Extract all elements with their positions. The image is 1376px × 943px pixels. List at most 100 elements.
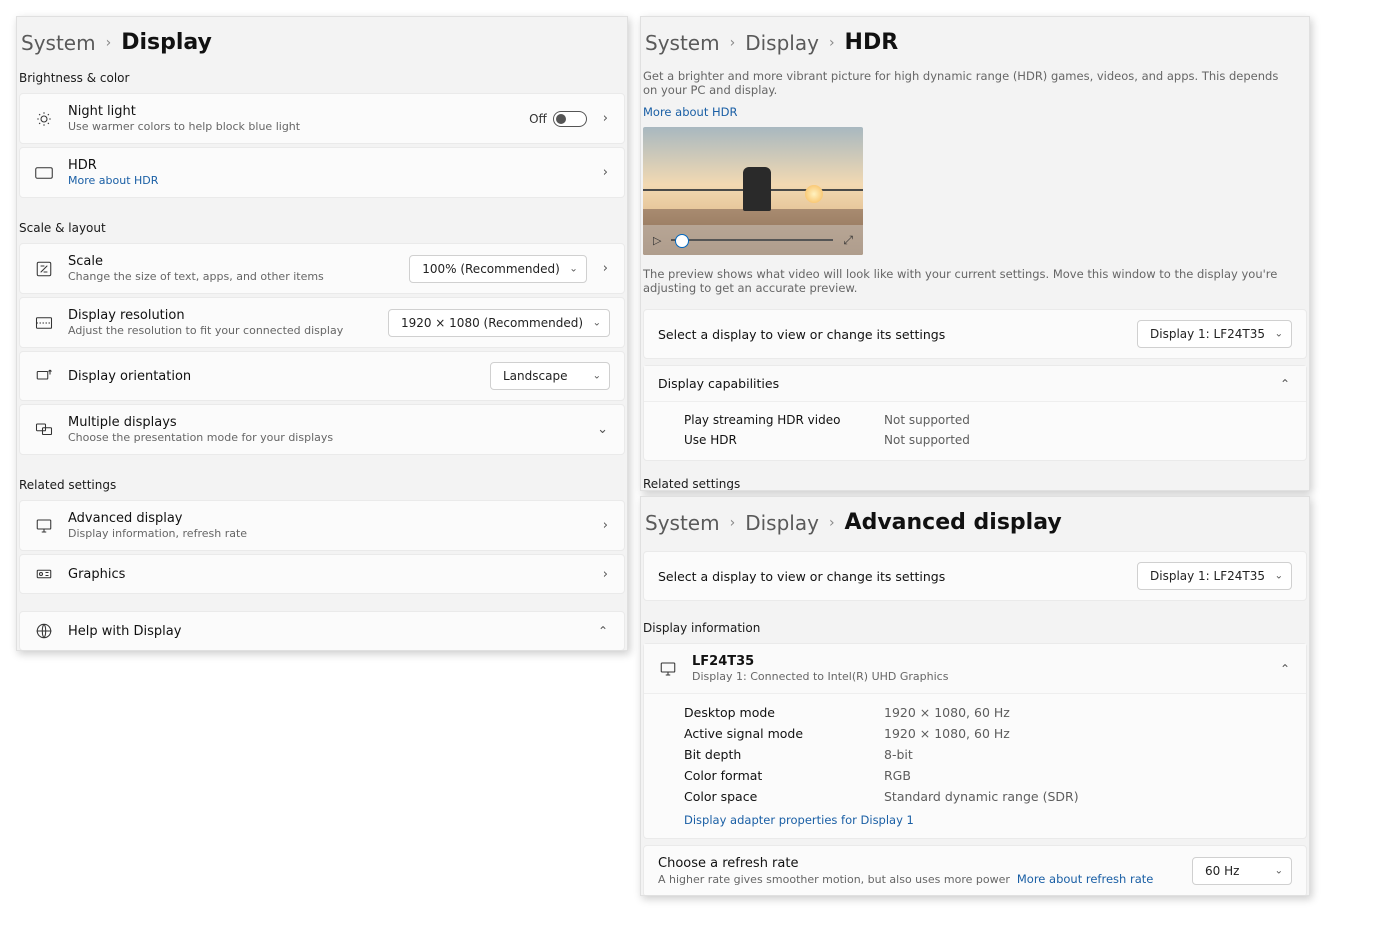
display-dropdown[interactable]: Display 1: LF24T35 ⌄ bbox=[1137, 320, 1292, 348]
chevron-up-icon: ⌃ bbox=[1278, 662, 1292, 676]
graphics-row[interactable]: Graphics › bbox=[19, 554, 625, 594]
chevron-down-icon: ⌄ bbox=[595, 422, 610, 437]
hdr-icon bbox=[34, 167, 54, 179]
chevron-right-icon: › bbox=[829, 515, 835, 531]
resolution-desc: Adjust the resolution to fit your connec… bbox=[68, 324, 374, 337]
chevron-down-icon: ⌄ bbox=[593, 371, 601, 382]
crumb-hdr: HDR bbox=[845, 30, 899, 55]
refresh-rate-desc: A higher rate gives smoother motion, but… bbox=[658, 872, 1178, 886]
multiple-displays-title: Multiple displays bbox=[68, 415, 581, 430]
chevron-right-icon: › bbox=[601, 261, 610, 276]
select-display-label: Select a display to view or change its s… bbox=[658, 327, 1123, 342]
help-title: Help with Display bbox=[68, 624, 582, 639]
select-display-label: Select a display to view or change its s… bbox=[658, 569, 1123, 584]
bit-depth-label: Bit depth bbox=[684, 747, 844, 762]
color-space-value: Standard dynamic range (SDR) bbox=[884, 789, 1079, 804]
advanced-display-desc: Display information, refresh rate bbox=[68, 527, 587, 540]
crumb-display[interactable]: Display bbox=[745, 511, 819, 535]
hdr-intro-text: Get a brighter and more vibrant picture … bbox=[641, 65, 1309, 105]
chevron-right-icon: › bbox=[601, 567, 610, 582]
section-related-settings: Related settings bbox=[641, 471, 1309, 491]
chevron-right-icon: › bbox=[730, 35, 736, 51]
resolution-dropdown[interactable]: 1920 × 1080 (Recommended) ⌄ bbox=[388, 309, 610, 337]
night-light-row[interactable]: Night light Use warmer colors to help bl… bbox=[19, 93, 625, 144]
graphics-title: Graphics bbox=[68, 567, 587, 582]
refresh-rate-dropdown[interactable]: 60 Hz ⌄ bbox=[1192, 857, 1292, 885]
cap-streaming-hdr-label: Play streaming HDR video bbox=[684, 413, 844, 427]
hdr-row[interactable]: HDR More about HDR › bbox=[19, 147, 625, 198]
advanced-display-panel: System › Display › Advanced display Sele… bbox=[640, 496, 1310, 896]
section-brightness-color: Brightness & color bbox=[17, 65, 627, 93]
more-about-hdr-link[interactable]: More about HDR bbox=[68, 174, 587, 187]
adapter-properties-link[interactable]: Display adapter properties for Display 1 bbox=[684, 813, 914, 827]
hdr-preview-video[interactable]: ▷ ⤢ bbox=[643, 127, 863, 255]
cap-use-hdr-label: Use HDR bbox=[684, 433, 844, 447]
select-display-row: Select a display to view or change its s… bbox=[643, 309, 1307, 359]
section-scale-layout: Scale & layout bbox=[17, 215, 627, 243]
toggle-state-label: Off bbox=[529, 112, 547, 126]
orientation-value: Landscape bbox=[503, 369, 567, 383]
fullscreen-icon[interactable]: ⤢ bbox=[843, 233, 853, 248]
chevron-down-icon: ⌄ bbox=[1275, 329, 1283, 340]
scale-title: Scale bbox=[68, 254, 395, 269]
crumb-display[interactable]: Display bbox=[745, 31, 819, 55]
more-about-refresh-rate-link[interactable]: More about refresh rate bbox=[1017, 872, 1153, 886]
scale-value: 100% (Recommended) bbox=[422, 262, 560, 276]
display-capabilities-card: Display capabilities ⌃ Play streaming HD… bbox=[643, 365, 1307, 461]
resolution-title: Display resolution bbox=[68, 308, 374, 323]
toggle-switch-icon bbox=[553, 111, 587, 127]
display-capabilities-header[interactable]: Display capabilities ⌃ bbox=[644, 366, 1306, 401]
display-settings-panel: System › Display Brightness & color Nigh… bbox=[16, 16, 628, 651]
multiple-displays-icon bbox=[34, 421, 54, 439]
chevron-right-icon: › bbox=[829, 35, 835, 51]
multiple-displays-row[interactable]: Multiple displays Choose the presentatio… bbox=[19, 404, 625, 455]
resolution-row[interactable]: Display resolution Adjust the resolution… bbox=[19, 297, 625, 348]
chevron-right-icon: › bbox=[601, 518, 610, 533]
color-format-label: Color format bbox=[684, 768, 844, 783]
cap-use-hdr-value: Not supported bbox=[884, 433, 970, 447]
cap-streaming-hdr-value: Not supported bbox=[884, 413, 970, 427]
scale-icon bbox=[34, 260, 54, 278]
preview-note: The preview shows what video will look l… bbox=[641, 263, 1309, 303]
multiple-displays-desc: Choose the presentation mode for your di… bbox=[68, 431, 581, 444]
night-light-toggle[interactable]: Off bbox=[529, 111, 587, 127]
crumb-system[interactable]: System bbox=[645, 31, 720, 55]
monitor-icon bbox=[34, 517, 54, 535]
help-with-display-row[interactable]: Help with Display ⌃ bbox=[19, 611, 625, 651]
chevron-right-icon: › bbox=[601, 111, 610, 126]
crumb-advanced-display: Advanced display bbox=[845, 510, 1062, 535]
chevron-right-icon: › bbox=[730, 515, 736, 531]
desktop-mode-value: 1920 × 1080, 60 Hz bbox=[884, 705, 1010, 720]
display-value: Display 1: LF24T35 bbox=[1150, 327, 1265, 341]
breadcrumb: System › Display › Advanced display bbox=[641, 497, 1309, 545]
chevron-right-icon: › bbox=[106, 35, 112, 51]
advanced-display-row[interactable]: Advanced display Display information, re… bbox=[19, 500, 625, 551]
chevron-down-icon: ⌄ bbox=[593, 317, 601, 328]
refresh-rate-title: Choose a refresh rate bbox=[658, 856, 1178, 871]
video-seek-slider[interactable] bbox=[671, 239, 833, 241]
display-dropdown[interactable]: Display 1: LF24T35 ⌄ bbox=[1137, 562, 1292, 590]
monitor-name: LF24T35 bbox=[692, 654, 1264, 669]
orientation-dropdown[interactable]: Landscape ⌄ bbox=[490, 362, 610, 390]
scale-dropdown[interactable]: 100% (Recommended) ⌄ bbox=[409, 255, 587, 283]
chevron-down-icon: ⌄ bbox=[1275, 866, 1283, 877]
scale-row[interactable]: Scale Change the size of text, apps, and… bbox=[19, 243, 625, 294]
orientation-title: Display orientation bbox=[68, 369, 476, 384]
display-info-header[interactable]: LF24T35 Display 1: Connected to Intel(R)… bbox=[644, 644, 1306, 693]
play-icon[interactable]: ▷ bbox=[653, 234, 661, 247]
video-controls: ▷ ⤢ bbox=[643, 225, 863, 255]
night-light-desc: Use warmer colors to help block blue lig… bbox=[68, 120, 515, 133]
color-format-value: RGB bbox=[884, 768, 911, 783]
crumb-system[interactable]: System bbox=[645, 511, 720, 535]
crumb-system[interactable]: System bbox=[21, 31, 96, 55]
display-value: Display 1: LF24T35 bbox=[1150, 569, 1265, 583]
orientation-row[interactable]: Display orientation Landscape ⌄ bbox=[19, 351, 625, 401]
desktop-mode-label: Desktop mode bbox=[684, 705, 844, 720]
advanced-display-title: Advanced display bbox=[68, 511, 587, 526]
crumb-display: Display bbox=[121, 30, 212, 55]
help-icon bbox=[34, 622, 54, 640]
chevron-up-icon: ⌃ bbox=[596, 624, 610, 638]
more-about-hdr-link[interactable]: More about HDR bbox=[641, 105, 1309, 125]
chevron-right-icon: › bbox=[601, 165, 610, 180]
chevron-down-icon: ⌄ bbox=[569, 263, 577, 274]
